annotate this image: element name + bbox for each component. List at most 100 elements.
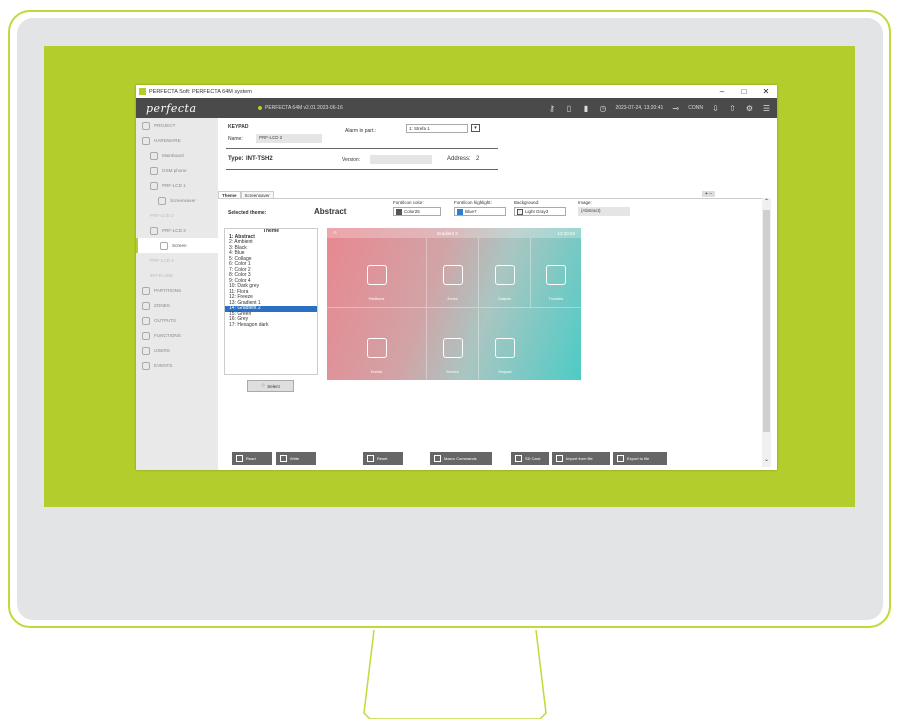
sidebar-item-screensaver[interactable]: Screensaver [136, 193, 218, 208]
window-title: PERFECTA Soft: PERFECTA 64M system [149, 88, 252, 95]
version-info: PERFECTA 64M v2.01 2023-06-16 [218, 105, 547, 111]
connect-icon[interactable]: ⊸ [671, 104, 680, 113]
export-button[interactable]: Export to file [613, 452, 667, 465]
sidebar-item-mainboard[interactable]: Mainboard [136, 148, 218, 163]
theme-list[interactable]: Theme 1: Abstract 2: Ambient 3: Black 4:… [224, 228, 318, 375]
settings-icon[interactable]: ⚙ [745, 104, 754, 113]
tile-keypad: Keypad [479, 308, 531, 380]
sidebar-item-gsm[interactable]: GSM phone [136, 163, 218, 178]
sidebar-item-users[interactable]: USERS [136, 343, 218, 358]
address-label: Address: [447, 156, 471, 162]
sidebar-item-label: PRF-LCD 2 [150, 213, 174, 218]
phone-icon [150, 166, 158, 175]
tab-bar: Theme Screensaver [218, 191, 771, 199]
perfecta-logo: perfecta [146, 101, 197, 115]
clock-icon: ◷ [599, 103, 607, 113]
write-icon[interactable]: ⇧ [728, 104, 737, 113]
status-dot-icon [258, 106, 262, 110]
maximize-button[interactable]: □ [733, 87, 755, 96]
version-label: Version: [342, 157, 361, 163]
address-value: 2 [476, 156, 480, 162]
tile-outputs: Outputs [479, 238, 531, 308]
sidebar-item-label: PRF-LCD 1 [162, 183, 186, 188]
keypad-icon [150, 226, 158, 235]
sidebar-item-hardware[interactable]: HARDWARE [136, 133, 218, 148]
sidebar-item-project[interactable]: PROJECT [136, 118, 218, 133]
tile-label: Keypad [498, 370, 512, 374]
image-field[interactable]: (Abstract) [578, 207, 630, 216]
alarm-partition-select[interactable]: 1: Strefa 1 [406, 124, 468, 133]
type-label: Type: [228, 156, 244, 162]
plus-button[interactable]: + [705, 191, 708, 197]
list-item[interactable]: 17: Hexagon dark [225, 322, 317, 329]
phone-icon[interactable]: ▯ [564, 104, 573, 113]
add-remove-buttons: + − [702, 191, 716, 197]
sidebar-item-label: FUNCTIONS [154, 333, 181, 338]
tab-theme[interactable]: Theme [218, 191, 241, 198]
background-select[interactable]: Light Gray3 [514, 207, 566, 216]
sd-card-button[interactable]: SD Card [511, 452, 549, 465]
macro-commands-button[interactable]: Macro Commands [430, 452, 492, 465]
sidebar-item-zones[interactable]: ZONES [136, 298, 218, 313]
macro-icon [434, 455, 441, 462]
screen-icon [160, 241, 168, 250]
name-field[interactable]: PRF-LCD 2 [256, 134, 322, 143]
minus-button[interactable]: − [709, 191, 712, 197]
key-icon[interactable]: ⚷ [547, 104, 556, 113]
datetime: 2023-07-24, 13:20:41 [615, 105, 664, 111]
sidebar-item-lcd1[interactable]: PRF-LCD 1 [136, 178, 218, 193]
tab-screensaver[interactable]: Screensaver [240, 191, 274, 198]
top-bar: perfecta PERFECTA 64M v2.01 2023-06-16 ⚷… [136, 98, 777, 118]
close-button[interactable]: ✕ [755, 87, 777, 96]
minimize-button[interactable]: – [711, 87, 733, 96]
tile-label: Zones [447, 297, 458, 301]
warning-icon: ⚠ [333, 230, 338, 235]
sidebar-item-partitions[interactable]: PARTITIONS [136, 283, 218, 298]
sd-card-icon [515, 455, 522, 462]
zones-icon [142, 301, 150, 310]
board-icon [150, 151, 158, 160]
title-bar: PERFECTA Soft: PERFECTA 64M system – □ ✕ [136, 85, 777, 98]
monitor-stand [352, 629, 558, 720]
sidebar-item-label: Mainboard [162, 153, 184, 158]
font-color-select[interactable]: Color25 [393, 207, 441, 216]
reset-icon [367, 455, 374, 462]
keypad-icon [150, 181, 158, 190]
partitions-icon [142, 286, 150, 295]
sidebar-item-lcd4[interactable]: PRF-LCD 4 [136, 253, 218, 268]
functions-icon [142, 331, 150, 340]
font-color-label: Font/icon color: [393, 200, 424, 205]
sidebar-item-screen[interactable]: Screen [136, 238, 218, 253]
warning-icon [546, 265, 566, 285]
sidebar-item-int-r-usb[interactable]: INT-R-USB [136, 268, 218, 283]
select-button-label: Select [267, 383, 280, 389]
chevron-down-icon[interactable]: ▾ [471, 124, 480, 132]
sidebar-item-outputs[interactable]: OUTPUTS [136, 313, 218, 328]
keypad-heading: KEYPAD [228, 124, 249, 130]
read-icon[interactable]: ⇩ [711, 104, 720, 113]
menu-icon[interactable]: ☰ [762, 104, 771, 113]
partitions-icon [366, 265, 387, 285]
write-button[interactable]: Write [276, 452, 316, 465]
chevron-up-icon[interactable]: ⌃ [762, 198, 771, 205]
theme-preview: ⚠ Gradient 2 13:20:02 Partitions Zones O… [327, 228, 581, 380]
tile-troubles: Troubles [531, 238, 581, 308]
select-theme-button[interactable]: ♡ Select [247, 380, 294, 392]
sidebar-item-events[interactable]: EVENTS [136, 358, 218, 373]
top-icons: ⚷ ▯ ▮ ◷ 2023-07-24, 13:20:41 ⊸ CONN ⇩ ⇧ … [547, 104, 777, 113]
vertical-scrollbar[interactable]: ⌃ ⌄ [762, 198, 771, 467]
color-swatch [457, 208, 463, 215]
read-button[interactable]: Read [232, 452, 272, 465]
font-highlight-select[interactable]: Blue7 [454, 207, 506, 216]
outputs-icon [142, 316, 150, 325]
reset-button[interactable]: Reset [363, 452, 403, 465]
import-button-label: Import from file [566, 456, 593, 461]
sidebar-item-label: EVENTS [154, 363, 173, 368]
sidebar-item-lcd3[interactable]: PRF-LCD 3 [136, 223, 218, 238]
scrollbar-thumb[interactable] [763, 210, 770, 432]
chevron-down-icon[interactable]: ⌄ [762, 456, 771, 463]
import-button[interactable]: Import from file [552, 452, 610, 465]
sidebar-item-functions[interactable]: FUNCTIONS [136, 328, 218, 343]
sidebar-item-lcd2[interactable]: PRF-LCD 2 [136, 208, 218, 223]
color-swatch [517, 208, 523, 215]
